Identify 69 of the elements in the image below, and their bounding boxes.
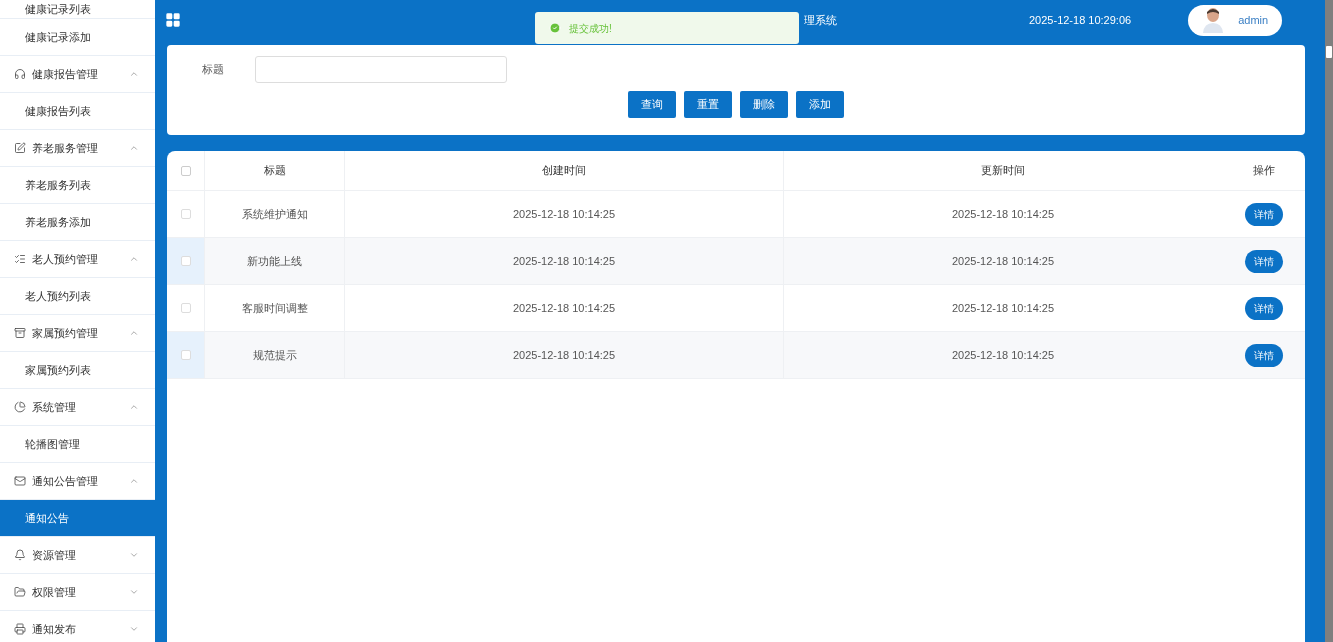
bell-icon xyxy=(14,549,26,561)
details-button[interactable]: 详情 xyxy=(1244,296,1283,320)
user-pill[interactable]: admin xyxy=(1188,4,1283,36)
group-label: 通知公告管理 xyxy=(32,473,99,489)
table-cell-text: 2025-12-18 10:14:25 xyxy=(951,253,1055,269)
sidebar-item[interactable]: 通知公告 xyxy=(0,500,155,537)
group-label: 家属预约管理 xyxy=(32,325,99,341)
action-button[interactable]: 添加 xyxy=(796,91,844,118)
datetime: 2025-12-18 10:29:06 xyxy=(1029,12,1132,28)
group-label: 通知发布 xyxy=(32,621,77,637)
table-cell-text: 客服时间调整 xyxy=(241,300,308,316)
checklist-icon xyxy=(14,253,26,265)
table-cell-text: 2025-12-18 10:14:25 xyxy=(512,206,616,222)
checkbox[interactable] xyxy=(180,303,191,313)
table-cell-text: 2025-12-18 10:14:25 xyxy=(512,253,616,269)
title-input[interactable] xyxy=(255,56,507,83)
group-label: 老人预约管理 xyxy=(32,251,99,267)
details-button[interactable]: 详情 xyxy=(1244,202,1283,226)
table-cell-text: 新功能上线 xyxy=(247,253,302,269)
chevron-up-icon xyxy=(129,143,139,153)
username: admin xyxy=(1238,12,1269,28)
sidebar-item[interactable]: 健康记录列表 xyxy=(0,0,155,19)
chevron-down-icon xyxy=(129,587,139,597)
table-cell-text: 2025-12-18 10:14:25 xyxy=(512,300,616,316)
group-label: 权限管理 xyxy=(32,584,77,600)
group-label: 养老服务管理 xyxy=(32,140,99,156)
avatar-icon xyxy=(1202,7,1225,33)
chevron-up-icon xyxy=(129,402,139,412)
action-button[interactable]: 重置 xyxy=(684,91,732,118)
printer-icon xyxy=(14,623,26,635)
table-cell-text: 2025-12-18 10:14:25 xyxy=(951,300,1055,316)
table-cell-text: 2025-12-18 10:14:25 xyxy=(951,206,1055,222)
checkbox[interactable] xyxy=(180,256,191,266)
pie-chart-icon xyxy=(14,401,26,413)
grid-icon[interactable] xyxy=(165,12,181,28)
table-cell-text: 系统维护通知 xyxy=(241,206,308,222)
column-header: 标题 xyxy=(263,163,286,179)
chevron-up-icon xyxy=(129,476,139,486)
checkbox[interactable] xyxy=(180,165,191,176)
system-title: 理系统 xyxy=(804,12,837,28)
scrollbar[interactable] xyxy=(1325,0,1333,642)
folder-icon xyxy=(14,586,26,598)
column-header: 创建时间 xyxy=(542,163,586,179)
field-label: 标题 xyxy=(202,62,225,78)
group-label: 资源管理 xyxy=(32,547,77,563)
chevron-up-icon xyxy=(129,328,139,338)
action-button[interactable]: 删除 xyxy=(740,91,788,118)
edit-icon xyxy=(14,142,26,154)
chevron-down-icon xyxy=(129,550,139,560)
table-cell-text: 2025-12-18 10:14:25 xyxy=(512,347,616,363)
column-header: 操作 xyxy=(1252,163,1275,179)
check-circle-icon xyxy=(549,22,561,34)
group-label: 健康报告管理 xyxy=(32,66,99,82)
checkbox[interactable] xyxy=(180,350,191,360)
table-cell-text: 2025-12-18 10:14:25 xyxy=(951,347,1055,363)
chevron-up-icon xyxy=(129,69,139,79)
checkbox[interactable] xyxy=(180,209,191,219)
headphones-icon xyxy=(14,68,26,80)
toast-message: 提交成功! xyxy=(569,21,612,36)
action-button[interactable]: 查询 xyxy=(628,91,676,118)
group-label: 系统管理 xyxy=(32,399,77,415)
details-button[interactable]: 详情 xyxy=(1244,249,1283,273)
archive-icon xyxy=(14,327,26,339)
table-cell-text: 规范提示 xyxy=(252,347,297,363)
chevron-up-icon xyxy=(129,254,139,264)
column-header: 更新时间 xyxy=(981,163,1025,179)
details-button[interactable]: 详情 xyxy=(1244,343,1283,367)
chevron-down-icon xyxy=(129,624,139,634)
mail-icon xyxy=(14,475,26,487)
